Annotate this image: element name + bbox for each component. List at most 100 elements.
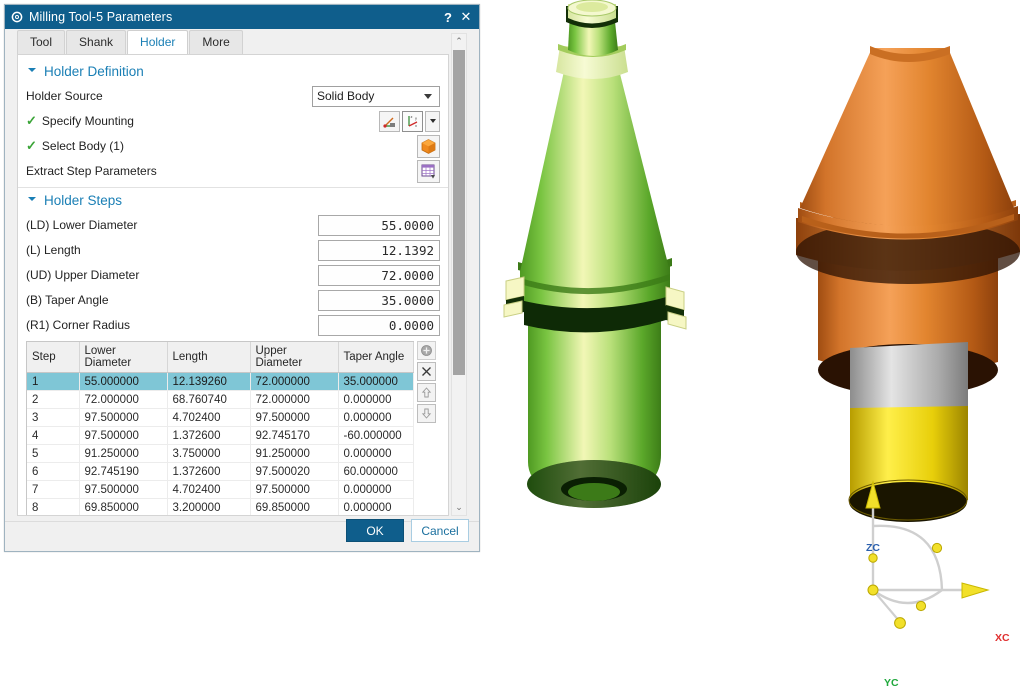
table-cell[interactable]: 4.702400 [167,408,251,427]
column-header-step[interactable]: Step [27,342,80,373]
table-row[interactable]: 3 97.500000 4.702400 97.500000 0.000000 [27,408,414,427]
table-cell[interactable]: 97.500000 [250,408,339,427]
lower-diameter-input[interactable]: 55.0000 [318,214,440,236]
table-cell[interactable]: 97.500000 [79,426,168,445]
table-cell[interactable]: 5 [27,444,80,463]
ok-button[interactable]: OK [346,519,404,542]
table-cell[interactable]: 91.250000 [250,444,339,463]
table-cell[interactable]: 69.850000 [79,498,168,515]
table-cell[interactable]: 0.000000 [338,444,414,463]
table-cell[interactable]: 1.372600 [167,462,251,481]
table-cell[interactable]: 72.000000 [250,372,339,391]
table-cell[interactable]: 12.139260 [167,372,251,391]
holder-source-select[interactable]: Solid Body [312,85,440,107]
table-cell[interactable]: 6 [27,462,80,481]
table-cell[interactable]: 97.500000 [250,480,339,499]
scroll-up-arrow-icon[interactable]: ⌃ [452,34,466,49]
table-cell[interactable]: 0.000000 [338,480,414,499]
table-row[interactable]: 7 97.500000 4.702400 97.500000 0.000000 [27,480,414,499]
dialog-titlebar[interactable]: Milling Tool-5 Parameters ? ✕ [5,5,479,29]
length-input[interactable]: 12.1392 [318,239,440,261]
csys-triad-icon[interactable]: z y x [402,110,423,132]
table-cell[interactable]: 69.850000 [250,498,339,515]
taper-angle-input[interactable]: 35.0000 [318,289,440,311]
chevron-down-icon [28,67,36,76]
scrollbar-thumb[interactable] [453,50,465,375]
chevron-down-icon [429,119,436,123]
table-cell[interactable]: 72.000000 [250,390,339,409]
upper-diameter-input[interactable]: 72.0000 [318,264,440,286]
mounting-point-icon[interactable] [379,110,400,132]
column-header-length[interactable]: Length [167,342,251,373]
corner-radius-input[interactable]: 0.0000 [318,314,440,336]
table-cell[interactable]: 72.000000 [79,390,168,409]
delete-step-icon[interactable] [417,362,436,381]
table-row[interactable]: 1 55.000000 12.139260 72.000000 35.000000 [27,372,414,391]
table-cell[interactable]: 0.000000 [338,408,414,427]
csys-y-label: YC [884,677,899,689]
table-cell[interactable]: 97.500020 [250,462,339,481]
scroll-down-arrow-icon[interactable]: ⌄ [452,500,466,515]
tab-shank[interactable]: Shank [66,30,127,54]
column-header-taper-angle[interactable]: Taper Angle [338,342,414,373]
holder-preview-green[interactable] [498,0,768,525]
table-cell[interactable]: 8 [27,498,80,515]
table-cell[interactable]: -60.000000 [338,426,414,445]
mounting-options-dropdown[interactable] [425,110,440,132]
table-row[interactable]: 2 72.000000 68.760740 72.000000 0.000000 [27,390,414,409]
svg-text:y: y [415,115,417,120]
table-cell[interactable]: 1.372600 [167,426,251,445]
section-holder-definition-label: Holder Definition [44,64,144,79]
section-divider [18,187,448,188]
table-cell[interactable]: 7 [27,480,80,499]
move-step-down-icon[interactable] [417,404,436,423]
table-cell[interactable]: 0.000000 [338,498,414,515]
section-holder-definition[interactable]: Holder Definition [18,61,448,84]
tab-holder[interactable]: Holder [127,30,189,54]
table-cell[interactable]: 92.745170 [250,426,339,445]
table-cell[interactable]: 35.000000 [338,372,414,391]
help-button[interactable]: ? [439,10,457,25]
table-cell[interactable]: 92.745190 [79,462,168,481]
table-cell[interactable]: 60.000000 [338,462,414,481]
close-icon[interactable]: ✕ [457,9,475,25]
table-cell[interactable]: 55.000000 [79,372,168,391]
table-row[interactable]: 4 97.500000 1.372600 92.745170 -60.000000 [27,426,414,445]
section-holder-steps[interactable]: Holder Steps [18,190,448,213]
table-cell[interactable]: 0.000000 [338,390,414,409]
table-cell[interactable]: 2 [27,390,80,409]
holder-preview-orange[interactable] [790,30,1024,697]
move-step-up-icon[interactable] [417,383,436,402]
table-cell[interactable]: 3.200000 [167,498,251,515]
holder-steps-table[interactable]: Step Lower Diameter Length Upper Diamete… [26,341,414,515]
svg-text:z: z [411,114,413,119]
row-specify-mounting: ✓ Specify Mounting z y x [18,109,448,133]
select-body-label: Select Body (1) [41,139,124,153]
dialog-scrollbar[interactable]: ⌃ ⌄ [451,33,467,516]
table-cell[interactable]: 91.250000 [79,444,168,463]
table-row[interactable]: 5 91.250000 3.750000 91.250000 0.000000 [27,444,414,463]
table-cell[interactable]: 3.750000 [167,444,251,463]
table-cell[interactable]: 3 [27,408,80,427]
table-cell[interactable]: 97.500000 [79,480,168,499]
column-header-upper-diameter[interactable]: Upper Diameter [250,342,339,373]
table-row[interactable]: 6 92.745190 1.372600 97.500020 60.000000 [27,462,414,481]
tab-strip: Tool Shank Holder More [5,29,479,54]
dialog-footer: OK Cancel [346,519,469,542]
column-header-lower-diameter[interactable]: Lower Diameter [79,342,168,373]
tab-more[interactable]: More [189,30,243,54]
dialog-title: Milling Tool-5 Parameters [29,10,173,24]
table-cell[interactable]: 4 [27,426,80,445]
row-lower-diameter: (LD) Lower Diameter 55.0000 [18,213,448,237]
table-row[interactable]: 8 69.850000 3.200000 69.850000 0.000000 [27,498,414,515]
table-cell[interactable]: 1 [27,372,80,391]
solid-body-cube-icon[interactable] [417,134,440,158]
table-cell[interactable]: 4.702400 [167,480,251,499]
table-cell[interactable]: 68.760740 [167,390,251,409]
row-extract-step-parameters: Extract Step Parameters [18,159,448,183]
tab-tool[interactable]: Tool [17,30,66,54]
extract-table-icon[interactable] [417,159,440,183]
table-cell[interactable]: 97.500000 [79,408,168,427]
add-step-icon[interactable] [417,341,436,360]
cancel-button[interactable]: Cancel [411,519,469,542]
